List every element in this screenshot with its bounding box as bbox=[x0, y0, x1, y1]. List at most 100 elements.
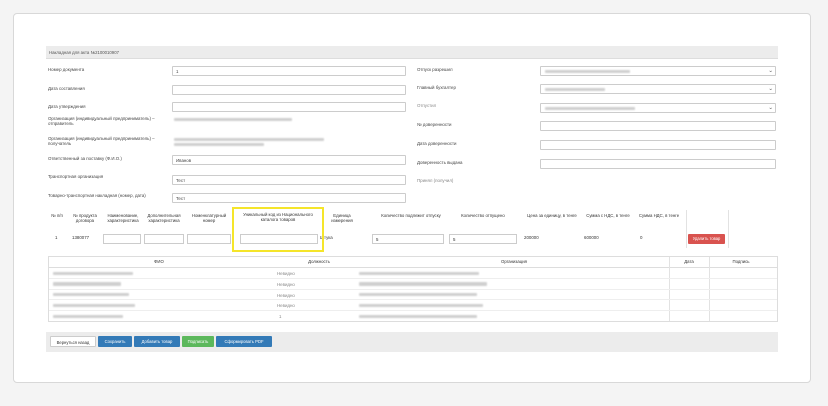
panel-header: Накладная для акта №2100010907 bbox=[46, 46, 778, 59]
fio-redacted bbox=[53, 303, 135, 308]
waybill-value: Тест bbox=[176, 196, 186, 202]
label-received: Принял (получил) bbox=[417, 178, 454, 183]
label-waybill: Товарно-транспортная накладная (номер, д… bbox=[48, 193, 146, 198]
released-redacted bbox=[545, 107, 635, 111]
fio-redacted bbox=[53, 271, 133, 275]
org-redacted bbox=[359, 293, 477, 297]
th-price: Цена за единицу, в тенге bbox=[527, 213, 577, 218]
qty-released-value: 5 bbox=[453, 237, 456, 242]
fio-redacted bbox=[53, 314, 123, 319]
released-by-select[interactable]: ⌄ bbox=[540, 66, 776, 76]
row-sum-vat: 600000 bbox=[584, 235, 599, 240]
released-select[interactable]: ⌄ bbox=[540, 103, 776, 113]
extra-input[interactable] bbox=[144, 234, 184, 244]
highlight-box bbox=[232, 207, 324, 252]
date-approved-input[interactable] bbox=[172, 102, 406, 112]
position-cell: Невидно bbox=[277, 292, 295, 298]
position-cell: Невидно bbox=[277, 271, 295, 276]
th-qty-released: Количество отпущено bbox=[461, 213, 505, 218]
label-chief-accountant: Главный бухгалтер bbox=[417, 85, 456, 90]
th-fio: ФИО bbox=[154, 259, 164, 264]
transport-org-input[interactable]: Тест bbox=[172, 175, 406, 185]
delete-item-button[interactable]: Удалить товар bbox=[688, 234, 725, 244]
chevron-down-icon: ⌄ bbox=[768, 105, 773, 111]
label-date-created: Дата составления bbox=[48, 86, 85, 91]
label-transport-org: Транспортная организация bbox=[48, 174, 104, 179]
th-position: Должность bbox=[308, 259, 330, 264]
th-name: Наименование, характеристика bbox=[107, 213, 139, 223]
doc-number-input[interactable]: 1 bbox=[172, 66, 406, 76]
sign-button[interactable]: Подписать bbox=[182, 336, 214, 347]
th-product-num: № продукта договора bbox=[73, 213, 97, 223]
th-signature: Подпись bbox=[732, 259, 750, 264]
table-row: Невидно bbox=[49, 268, 777, 279]
th-organization: Организация bbox=[501, 259, 527, 264]
fio-redacted bbox=[53, 293, 129, 297]
org-redacted bbox=[359, 314, 477, 319]
date-created-input[interactable] bbox=[172, 85, 406, 95]
th-sum-vat: Сумма с НДС, в тенге bbox=[586, 213, 630, 218]
waybill-input[interactable]: Тест bbox=[172, 193, 406, 203]
transport-org-value: Тест bbox=[176, 178, 186, 184]
divider bbox=[728, 210, 729, 248]
row-price: 200000 bbox=[524, 235, 539, 240]
back-button[interactable]: Вернуться назад bbox=[50, 336, 96, 347]
responsible-input[interactable]: Иванов bbox=[172, 155, 406, 165]
name-input[interactable] bbox=[103, 234, 141, 244]
qty-release-input[interactable]: 5 bbox=[372, 234, 444, 244]
label-org-sender: Организация (индивидуальный предпринимат… bbox=[48, 116, 155, 126]
fio-redacted bbox=[53, 282, 121, 286]
label-doc-number: Номер документа bbox=[48, 67, 85, 72]
th-vat: Сумма НДС, в тенге bbox=[638, 213, 680, 218]
doc-number-value: 1 bbox=[176, 69, 179, 75]
th-nomenclature: Номенклатурный номер bbox=[191, 213, 227, 223]
qty-released-input[interactable]: 5 bbox=[449, 234, 517, 244]
label-responsible: Ответственный за поставку (Ф.И.О.) bbox=[48, 156, 122, 161]
row-vat: 0 bbox=[640, 235, 643, 240]
table-row: Невидно bbox=[49, 300, 777, 312]
qty-release-value: 5 bbox=[376, 237, 379, 242]
released-by-redacted bbox=[545, 70, 630, 74]
org-sender-value bbox=[172, 115, 406, 125]
org-redacted bbox=[359, 303, 483, 308]
poa-number-input[interactable] bbox=[540, 121, 776, 131]
panel-title: Накладная для акта №2100010907 bbox=[49, 49, 119, 55]
chief-accountant-redacted bbox=[545, 88, 605, 92]
row-product-num: 1380077 bbox=[72, 235, 90, 240]
signatures-table: ФИО Должность Организация Дата Подпись Н… bbox=[48, 256, 778, 322]
position-cell: 1 bbox=[279, 314, 282, 320]
th-extra: Дополнительная характеристика bbox=[147, 213, 181, 223]
org-redacted bbox=[359, 271, 479, 275]
poa-issued-input[interactable] bbox=[540, 159, 776, 169]
org-sender-redacted bbox=[174, 118, 292, 122]
th-unit: Единица измерения bbox=[331, 213, 353, 223]
org-receiver-redacted-2 bbox=[174, 143, 264, 147]
label-poa-issued: Доверенность выдана bbox=[417, 160, 463, 165]
divider bbox=[686, 210, 687, 248]
table-row: 1 bbox=[49, 311, 777, 322]
chief-accountant-select[interactable]: ⌄ bbox=[540, 84, 776, 94]
add-item-button[interactable]: Добавить товар bbox=[134, 336, 180, 347]
label-poa-number: № доверенности bbox=[417, 122, 452, 127]
chevron-down-icon: ⌄ bbox=[768, 86, 773, 92]
label-date-approved: Дата утверждения bbox=[48, 104, 86, 109]
table-row: Невидно bbox=[49, 290, 777, 301]
position-cell: Невидно bbox=[277, 303, 295, 309]
th-qty-release: Количество подлежит отпуску bbox=[381, 213, 441, 218]
nomenclature-input[interactable] bbox=[187, 234, 231, 244]
org-redacted bbox=[359, 282, 487, 286]
table-row: Невидно bbox=[49, 279, 777, 290]
poa-date-input[interactable] bbox=[540, 140, 776, 150]
position-cell: Невидно bbox=[277, 281, 295, 287]
label-org-receiver: Организация (индивидуальный предпринимат… bbox=[48, 136, 155, 146]
save-button[interactable]: Сохранить bbox=[98, 336, 132, 347]
responsible-value: Иванов bbox=[176, 158, 192, 164]
signatures-header: ФИО Должность Организация Дата Подпись bbox=[49, 257, 777, 268]
label-released-by: Отпуск разрешил bbox=[417, 67, 453, 72]
chevron-down-icon: ⌄ bbox=[768, 68, 773, 74]
th-date: Дата bbox=[684, 259, 694, 264]
label-released: Отпустил bbox=[417, 103, 437, 108]
org-receiver-value bbox=[172, 135, 406, 147]
generate-pdf-button[interactable]: Сформировать PDF bbox=[216, 336, 272, 347]
row-num: 1 bbox=[55, 235, 58, 240]
